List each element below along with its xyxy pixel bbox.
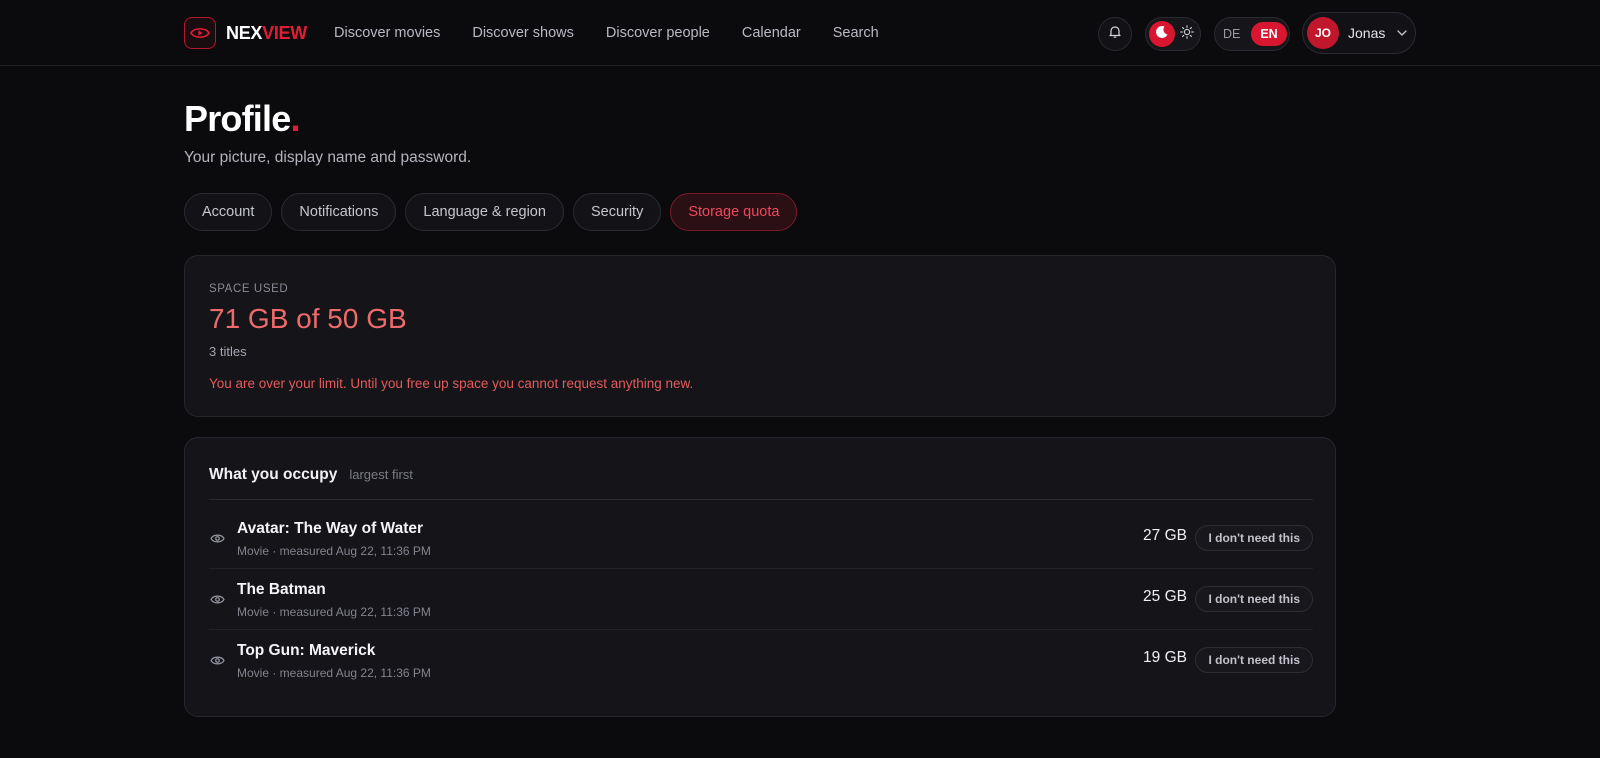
main-nav: Discover movies Discover shows Discover … [334, 0, 879, 66]
occupancy-card: What you occupy largest first Avatar: Th… [184, 437, 1336, 717]
moon-icon [1155, 25, 1169, 44]
page-title: Profile. [184, 98, 300, 140]
chevron-down-icon [1396, 27, 1408, 39]
release-button[interactable]: I don't need this [1195, 525, 1313, 551]
item-size: 25 GB [1143, 588, 1187, 605]
notifications-button[interactable] [1098, 17, 1132, 51]
page-title-text: Profile [184, 98, 291, 139]
item-size: 19 GB [1143, 649, 1187, 666]
eye-icon [209, 531, 225, 545]
occupancy-list: Avatar: The Way of Water Movie · measure… [209, 508, 1313, 691]
bell-icon [1109, 25, 1121, 43]
nav-search[interactable]: Search [833, 25, 879, 41]
item-title[interactable]: The Batman [237, 581, 326, 599]
item-meta: Movie · measured Aug 22, 11:36 PM [237, 544, 431, 558]
tab-notifications[interactable]: Notifications [281, 193, 397, 231]
tab-account[interactable]: Account [184, 193, 273, 231]
avatar: JO [1307, 17, 1339, 49]
page-title-dot: . [290, 98, 300, 139]
page-subtitle: Your picture, display name and password. [184, 149, 472, 166]
logo-wordmark-part-1: NEX [226, 22, 263, 43]
item-meta: Movie · measured Aug 22, 11:36 PM [237, 666, 431, 680]
list-item: The Batman Movie · measured Aug 22, 11:3… [209, 569, 1313, 630]
nav-discover-people[interactable]: Discover people [606, 25, 710, 41]
profile-tabs: Account Notifications Language & region … [184, 193, 798, 231]
theme-toggle[interactable] [1145, 17, 1201, 51]
tab-security[interactable]: Security [572, 193, 662, 231]
storage-usage-card: SPACE USED 71 GB of 50 GB 3 titles You a… [184, 255, 1336, 417]
user-menu[interactable]: JO Jonas [1302, 12, 1416, 54]
eye-icon [209, 653, 225, 667]
item-size: 27 GB [1143, 527, 1187, 544]
language-option-en[interactable]: EN [1251, 22, 1287, 46]
nav-discover-shows[interactable]: Discover shows [472, 25, 574, 41]
list-item: Top Gun: Maverick Movie · measured Aug 2… [209, 630, 1313, 691]
logo-wordmark-part-2: VIEW [262, 22, 307, 43]
item-title[interactable]: Avatar: The Way of Water [237, 520, 423, 538]
occupancy-header: What you occupy largest first [209, 466, 413, 484]
item-title[interactable]: Top Gun: Maverick [237, 642, 375, 660]
tab-storage-quota[interactable]: Storage quota [670, 193, 798, 231]
theme-dark-option[interactable] [1149, 21, 1175, 47]
item-meta: Movie · measured Aug 22, 11:36 PM [237, 605, 431, 619]
divider [209, 499, 1313, 500]
theme-light-option[interactable] [1179, 24, 1195, 44]
logo[interactable]: NEXVIEW [184, 17, 307, 49]
sun-icon [1180, 24, 1194, 44]
user-name: Jonas [1348, 25, 1386, 41]
over-limit-warning: You are over your limit. Until you free … [209, 376, 694, 391]
occupancy-sort-hint: largest first [349, 467, 413, 482]
release-button[interactable]: I don't need this [1195, 647, 1313, 673]
logo-eye-icon [184, 17, 216, 49]
list-item: Avatar: The Way of Water Movie · measure… [209, 508, 1313, 569]
usage-value: 71 GB of 50 GB [209, 303, 407, 334]
tab-language-region[interactable]: Language & region [405, 193, 564, 231]
nav-calendar[interactable]: Calendar [742, 25, 801, 41]
language-option-de[interactable]: DE [1223, 18, 1240, 50]
top-bar: NEXVIEW Discover movies Discover shows D… [0, 0, 1600, 66]
occupancy-title: What you occupy [209, 466, 338, 483]
language-toggle[interactable]: DE EN [1214, 17, 1290, 51]
logo-wordmark: NEXVIEW [226, 23, 307, 44]
usage-label: SPACE USED [209, 283, 289, 295]
nav-discover-movies[interactable]: Discover movies [334, 25, 440, 41]
eye-icon [209, 592, 225, 606]
usage-title-count: 3 titles [209, 344, 247, 359]
release-button[interactable]: I don't need this [1195, 586, 1313, 612]
